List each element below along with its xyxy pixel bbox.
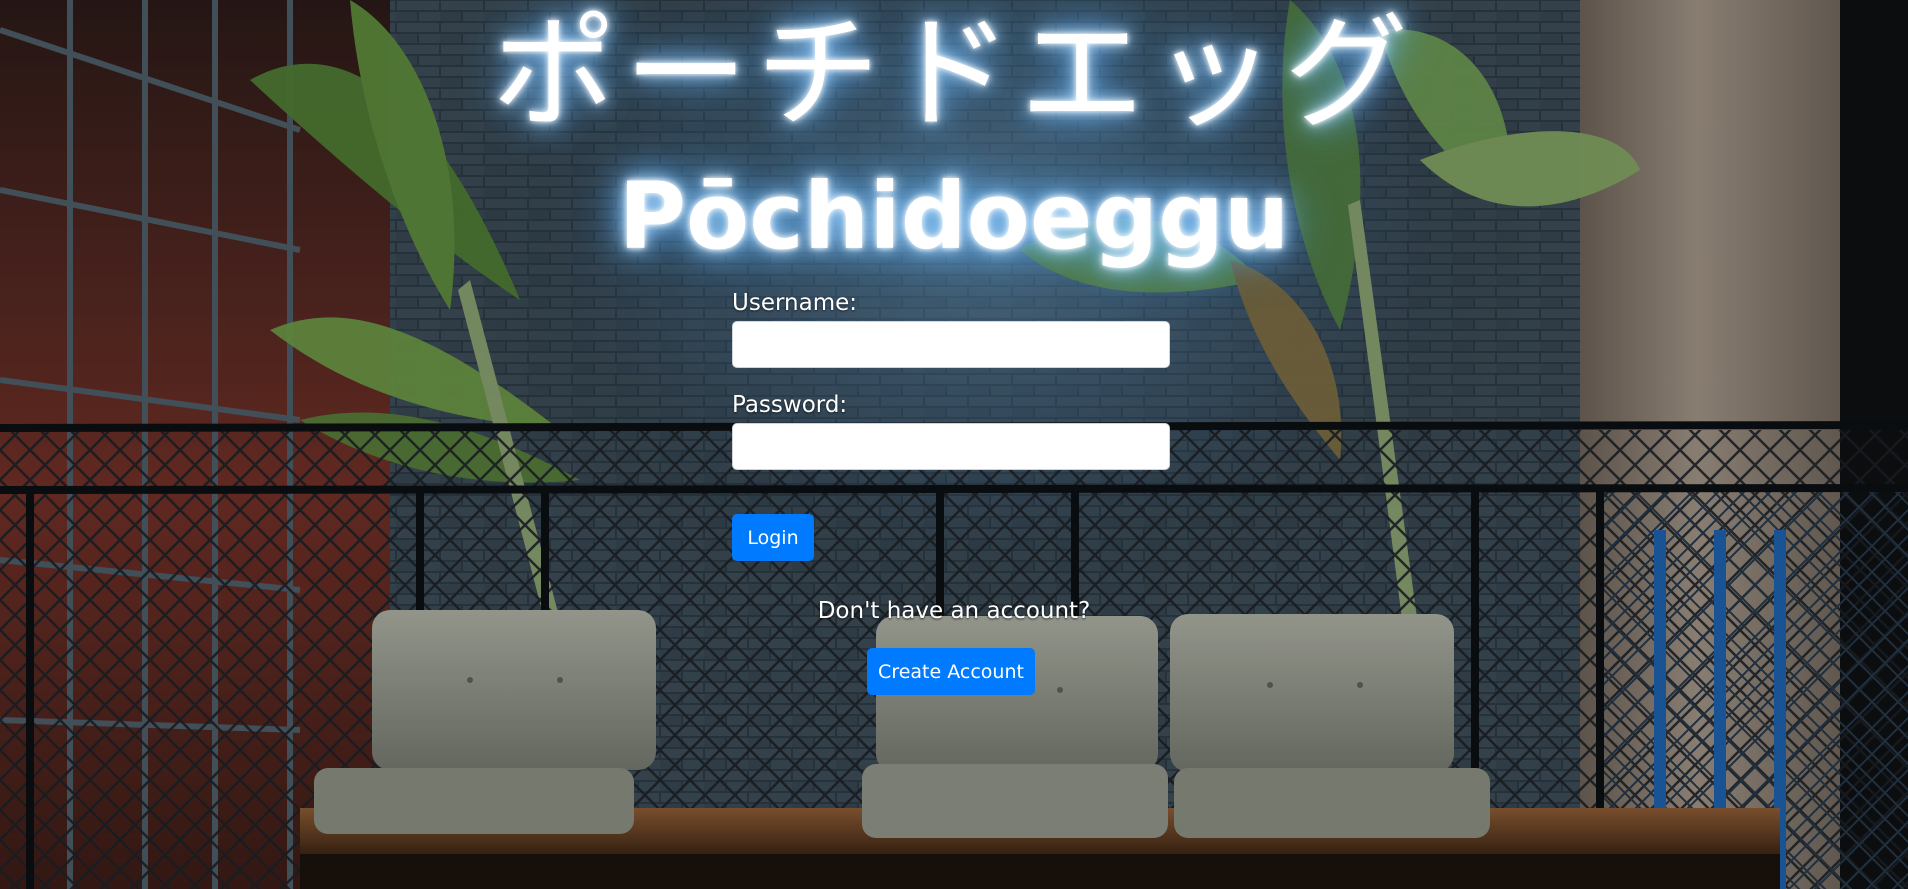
login-form: Username: Password:: [732, 288, 1170, 470]
username-label: Username:: [732, 290, 857, 316]
password-label: Password:: [732, 392, 848, 418]
neon-sign-japanese: ポーチドエッグ: [491, 2, 1416, 146]
neon-sign-romaji: Pōchidoeggu: [618, 163, 1290, 270]
login-button[interactable]: Login: [732, 514, 814, 561]
signup-prompt: Don't have an account?: [817, 598, 1091, 624]
password-input[interactable]: [732, 423, 1170, 470]
username-input[interactable]: [732, 321, 1170, 368]
create-account-button[interactable]: Create Account: [867, 648, 1035, 695]
